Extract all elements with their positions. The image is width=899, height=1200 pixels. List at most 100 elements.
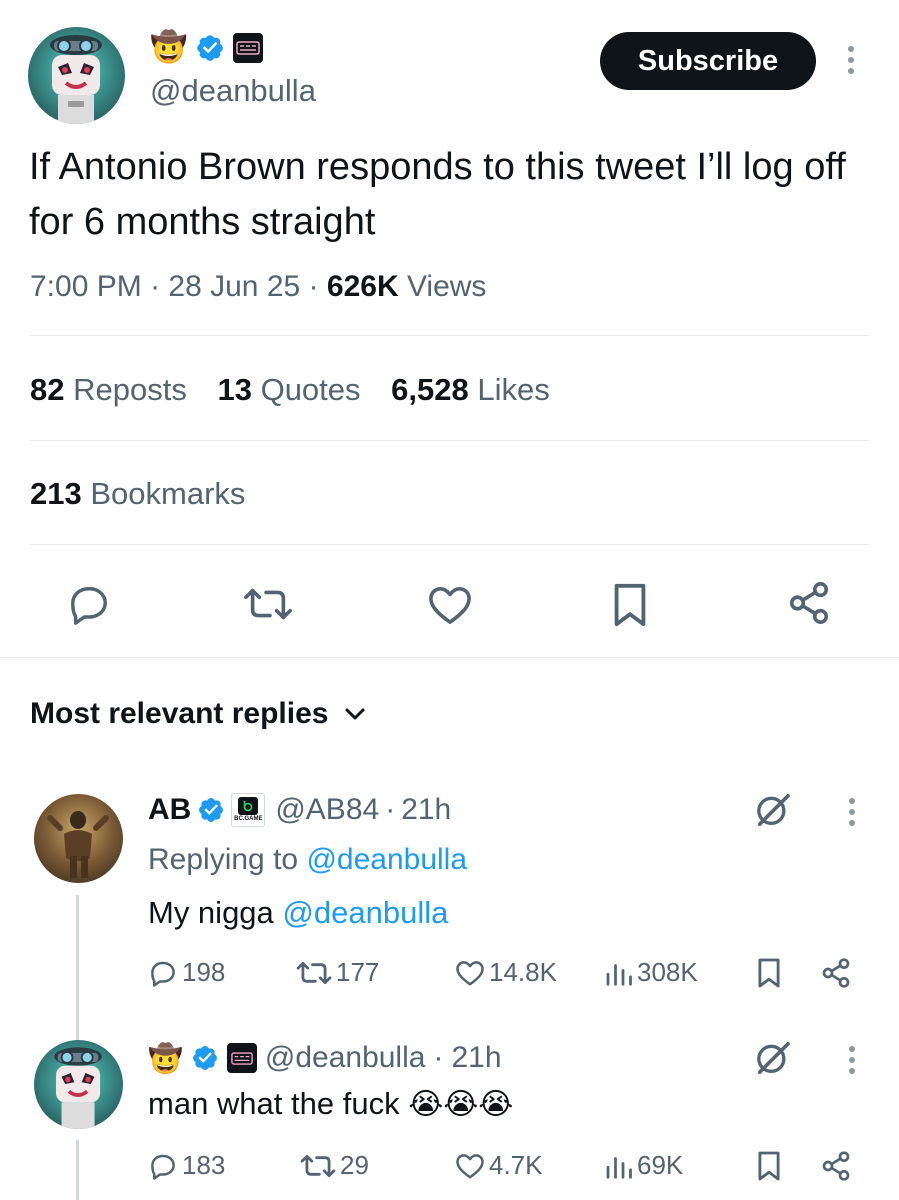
meta-separator: · (433, 1041, 444, 1074)
affiliate-label: BC.GAME (234, 816, 263, 822)
reply-author-name[interactable]: AB (148, 793, 191, 827)
quotes-stat[interactable]: 13 Quotes (217, 372, 369, 407)
reply-time[interactable]: 21h (401, 793, 451, 827)
tweet-text: If Antonio Brown responds to this tweet … (29, 146, 846, 243)
reply-text: My nigga @deanbulla (148, 893, 448, 933)
views-icon (606, 963, 632, 986)
more-options-icon[interactable] (848, 46, 854, 74)
tweet-date[interactable]: 28 Jun 25 (168, 270, 300, 303)
verified-badge-icon (195, 33, 225, 63)
athlete-photo-icon (47, 811, 109, 878)
repost-button[interactable] (243, 584, 293, 624)
meta-separator: · (308, 270, 319, 303)
divider (30, 544, 869, 545)
affiliate-badge-icon: BC.GAME (231, 793, 266, 827)
section-divider (0, 657, 899, 658)
affiliate-badge-icon (233, 33, 264, 63)
views-count: 308K (637, 957, 698, 987)
tweet-time[interactable]: 7:00 PM (30, 270, 142, 303)
grok-icon (757, 794, 790, 826)
quotes-label: Quotes (260, 372, 361, 407)
reply-bookmark-button[interactable] (756, 1150, 782, 1182)
more-options-icon[interactable] (849, 798, 855, 826)
meta-separator: · (150, 270, 161, 303)
likes-stat[interactable]: 6,528 Likes (391, 372, 550, 407)
more-options-icon[interactable] (849, 1046, 855, 1074)
bcgame-logo-icon (238, 797, 259, 815)
reposts-label: Reposts (73, 372, 187, 407)
subscribe-button[interactable]: Subscribe (600, 32, 816, 90)
repost-count: 177 (336, 957, 380, 987)
verified-badge-icon (197, 796, 225, 824)
repost-icon (244, 588, 292, 620)
reply-views-button[interactable]: 308K (603, 957, 698, 988)
author-name-row: 🤠 (150, 30, 264, 66)
repost-icon (296, 961, 332, 984)
reply-button[interactable] (66, 583, 112, 625)
reply-repost-button[interactable]: 29 (300, 1150, 369, 1181)
grok-button[interactable] (753, 790, 793, 830)
avatar-character-icon (54, 1047, 102, 1129)
tweet-meta-row: 7:00 PM · 28 Jun 25 · 626K Views (30, 268, 486, 306)
reply-text: man what the fuck 😭😭😭 (148, 1084, 513, 1125)
verified-badge-icon (191, 1044, 219, 1072)
reply-repost-button[interactable]: 177 (296, 957, 379, 988)
reply-header: AB BC.GAME @AB84 · 21h (148, 790, 451, 830)
cowboy-emoji: 🤠 (150, 30, 188, 65)
comment-icon (71, 587, 107, 625)
reply-comment-button[interactable]: 198 (148, 957, 225, 988)
thread-line (76, 1140, 79, 1200)
quotes-count: 13 (217, 372, 252, 407)
bookmark-icon (758, 958, 780, 988)
bookmarks-count: 213 (30, 476, 82, 511)
reply-header: 🤠 @deanbulla · 21h (148, 1038, 502, 1078)
heart-icon (456, 1153, 484, 1178)
like-button[interactable] (427, 584, 473, 626)
share-button[interactable] (786, 580, 832, 626)
bookmark-button[interactable] (610, 582, 650, 628)
reply-like-button[interactable]: 14.8K (455, 957, 557, 988)
reply-share-button[interactable] (820, 957, 852, 989)
like-count: 14.8K (489, 957, 557, 987)
author-avatar[interactable] (28, 27, 125, 124)
reply-avatar[interactable] (34, 1040, 123, 1129)
share-icon (822, 1151, 850, 1181)
reply-bookmark-button[interactable] (756, 957, 782, 989)
reply-body: My nigga (148, 895, 274, 930)
reply-author-handle[interactable]: @deanbulla (265, 1041, 426, 1075)
views-count: 626K (326, 270, 399, 303)
author-handle[interactable]: @deanbulla (150, 72, 316, 110)
replying-to-link[interactable]: @deanbulla (306, 843, 467, 876)
reply-comment-button[interactable]: 183 (148, 1150, 225, 1181)
chevron-down-icon (344, 707, 366, 721)
heart-icon (429, 586, 471, 624)
likes-count: 6,528 (391, 372, 469, 407)
replies-sort-dropdown[interactable]: Most relevant replies (30, 694, 366, 734)
heart-icon (456, 960, 484, 985)
reply-avatar[interactable] (34, 794, 123, 883)
replying-prefix: Replying to (148, 843, 299, 876)
replies-sort-label: Most relevant replies (30, 697, 329, 730)
mention-link[interactable]: @deanbulla (282, 895, 448, 930)
repost-count: 29 (340, 1150, 369, 1180)
reposts-count: 82 (30, 372, 65, 407)
grok-button[interactable] (753, 1038, 793, 1078)
repost-icon (300, 1154, 336, 1177)
reply-views-button[interactable]: 69K (603, 1150, 683, 1181)
reply-like-button[interactable]: 4.7K (455, 1150, 543, 1181)
comment-icon (151, 961, 175, 987)
meta-separator: · (385, 793, 396, 826)
share-icon (822, 958, 850, 988)
reply-share-button[interactable] (820, 1150, 852, 1182)
affiliate-badge-icon (226, 1043, 257, 1073)
reposts-stat[interactable]: 82 Reposts (30, 372, 195, 407)
views-label: Views (406, 270, 487, 303)
bookmarks-stat[interactable]: 213 Bookmarks (30, 474, 245, 514)
replying-to-line: Replying to @deanbulla (148, 840, 467, 880)
reply-author-handle[interactable]: @AB84 (275, 793, 379, 827)
reply-time[interactable]: 21h (451, 1041, 501, 1075)
share-icon (789, 582, 829, 624)
comment-count: 198 (182, 957, 226, 987)
thread-line (76, 895, 79, 1045)
crying-emojis: 😭😭😭 (408, 1087, 514, 1122)
